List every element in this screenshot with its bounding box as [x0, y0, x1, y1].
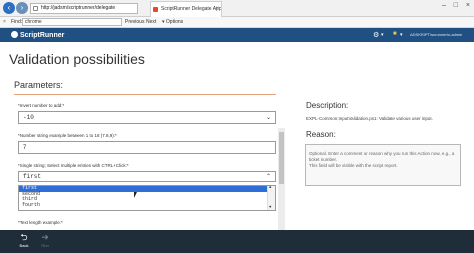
chevron-down-icon[interactable]: ▾ — [400, 32, 403, 38]
browser-forward-icon[interactable]: › — [16, 2, 28, 14]
minimize-icon[interactable]: – — [442, 2, 446, 9]
single-string-select[interactable]: first ⌃ — [18, 171, 276, 182]
find-label: Find: — [11, 19, 23, 25]
browser-titlebar: ‹ › http://jadsm/scriptrunner/delegate S… — [0, 0, 474, 17]
tab-close-icon[interactable]: × — [215, 2, 219, 17]
single-string-value: first — [23, 173, 42, 180]
number-string-input[interactable]: 7 — [18, 141, 276, 154]
flag-icon[interactable]: ■ — [393, 31, 397, 37]
page-icon — [33, 6, 38, 11]
field-label-single-string: *Single string; Select multiple entries … — [18, 163, 129, 168]
find-options-label: Options — [165, 19, 184, 25]
maximize-icon[interactable]: □ — [454, 2, 458, 9]
logo-icon — [11, 31, 18, 38]
back-label: Back — [19, 243, 29, 248]
scroll-up-icon[interactable]: ▲ — [269, 186, 271, 190]
find-previous-button[interactable]: Previous — [125, 17, 144, 27]
parameters-scrollbar[interactable] — [278, 128, 285, 238]
reason-heading: Reason: — [306, 130, 336, 139]
reason-placeholder-line: This field will be visible with the scri… — [309, 163, 398, 169]
invert-number-value: -10 — [23, 114, 34, 121]
scroll-down-icon[interactable]: ▼ — [269, 206, 271, 210]
options-listbox[interactable]: first second third fourth ▲ ▼ — [18, 185, 276, 211]
favicon-icon — [153, 7, 158, 12]
parameters-divider — [14, 94, 276, 95]
chevron-up-icon: ⌃ — [265, 174, 271, 180]
user-name[interactable]: ADSKRIPT\scrunnerto-admin — [410, 32, 462, 37]
gear-icon[interactable]: ⚙ — [373, 31, 379, 39]
mouse-cursor-icon — [134, 192, 137, 198]
run-label: Run — [41, 243, 49, 248]
field-label-number-string: *Number string example between 1 to 18 (… — [18, 133, 117, 138]
description-heading: Description: — [306, 101, 349, 110]
scrollbar-thumb[interactable] — [279, 132, 284, 184]
find-bar: × Find: chrome Previous Next ▾ Options — [0, 17, 474, 28]
chevron-down-icon[interactable]: ▾ — [381, 32, 384, 38]
bottom-toolbar: ⮌ Back ➜ Run — [0, 230, 474, 253]
field-label-text-length: *Text length example:* — [18, 220, 63, 225]
page-title: Validation possibilities — [9, 51, 145, 67]
scriptrunner-logo[interactable]: ScriptRunner — [11, 31, 64, 39]
chevron-down-icon: ⌄ — [265, 115, 271, 121]
close-window-icon[interactable]: × — [466, 2, 470, 9]
browser-back-icon[interactable]: ‹ — [3, 2, 15, 14]
browser-tab[interactable]: ScriptRunner Delegate App × — [150, 1, 222, 17]
app-header: ScriptRunner ⚙ ▾ ■ ▾ ADSKRIPT\scrunnerto… — [0, 28, 474, 42]
find-options-button[interactable]: ▾ Options — [162, 17, 183, 27]
address-text: http://jadsm/scriptrunner/delegate — [41, 5, 116, 11]
description-text: EXPL-Common:InputValidation.ps1: Validat… — [306, 116, 433, 121]
run-icon: ➜ — [41, 232, 49, 242]
find-close-icon[interactable]: × — [3, 17, 6, 27]
run-button[interactable]: ➜ Run — [35, 232, 55, 248]
address-bar[interactable]: http://jadsm/scriptrunner/delegate — [30, 3, 138, 14]
find-next-button[interactable]: Next — [146, 17, 156, 27]
back-arrow-icon: ⮌ — [20, 232, 28, 242]
logo-text: ScriptRunner — [20, 32, 65, 39]
invert-number-select[interactable]: -10 ⌄ — [18, 111, 276, 124]
parameters-heading: Parameters: — [14, 80, 64, 90]
tab-title: ScriptRunner Delegate App — [161, 6, 222, 12]
back-button[interactable]: ⮌ Back — [14, 232, 34, 248]
listbox-scrollbar[interactable]: ▲ ▼ — [267, 186, 275, 210]
reason-textarea[interactable]: Optional. Enter a comment or reason why … — [305, 144, 461, 186]
field-label-invert-number: *Invert number to add:* — [18, 103, 65, 108]
find-input[interactable]: chrome — [22, 18, 122, 26]
list-option[interactable]: fourth — [19, 202, 275, 209]
